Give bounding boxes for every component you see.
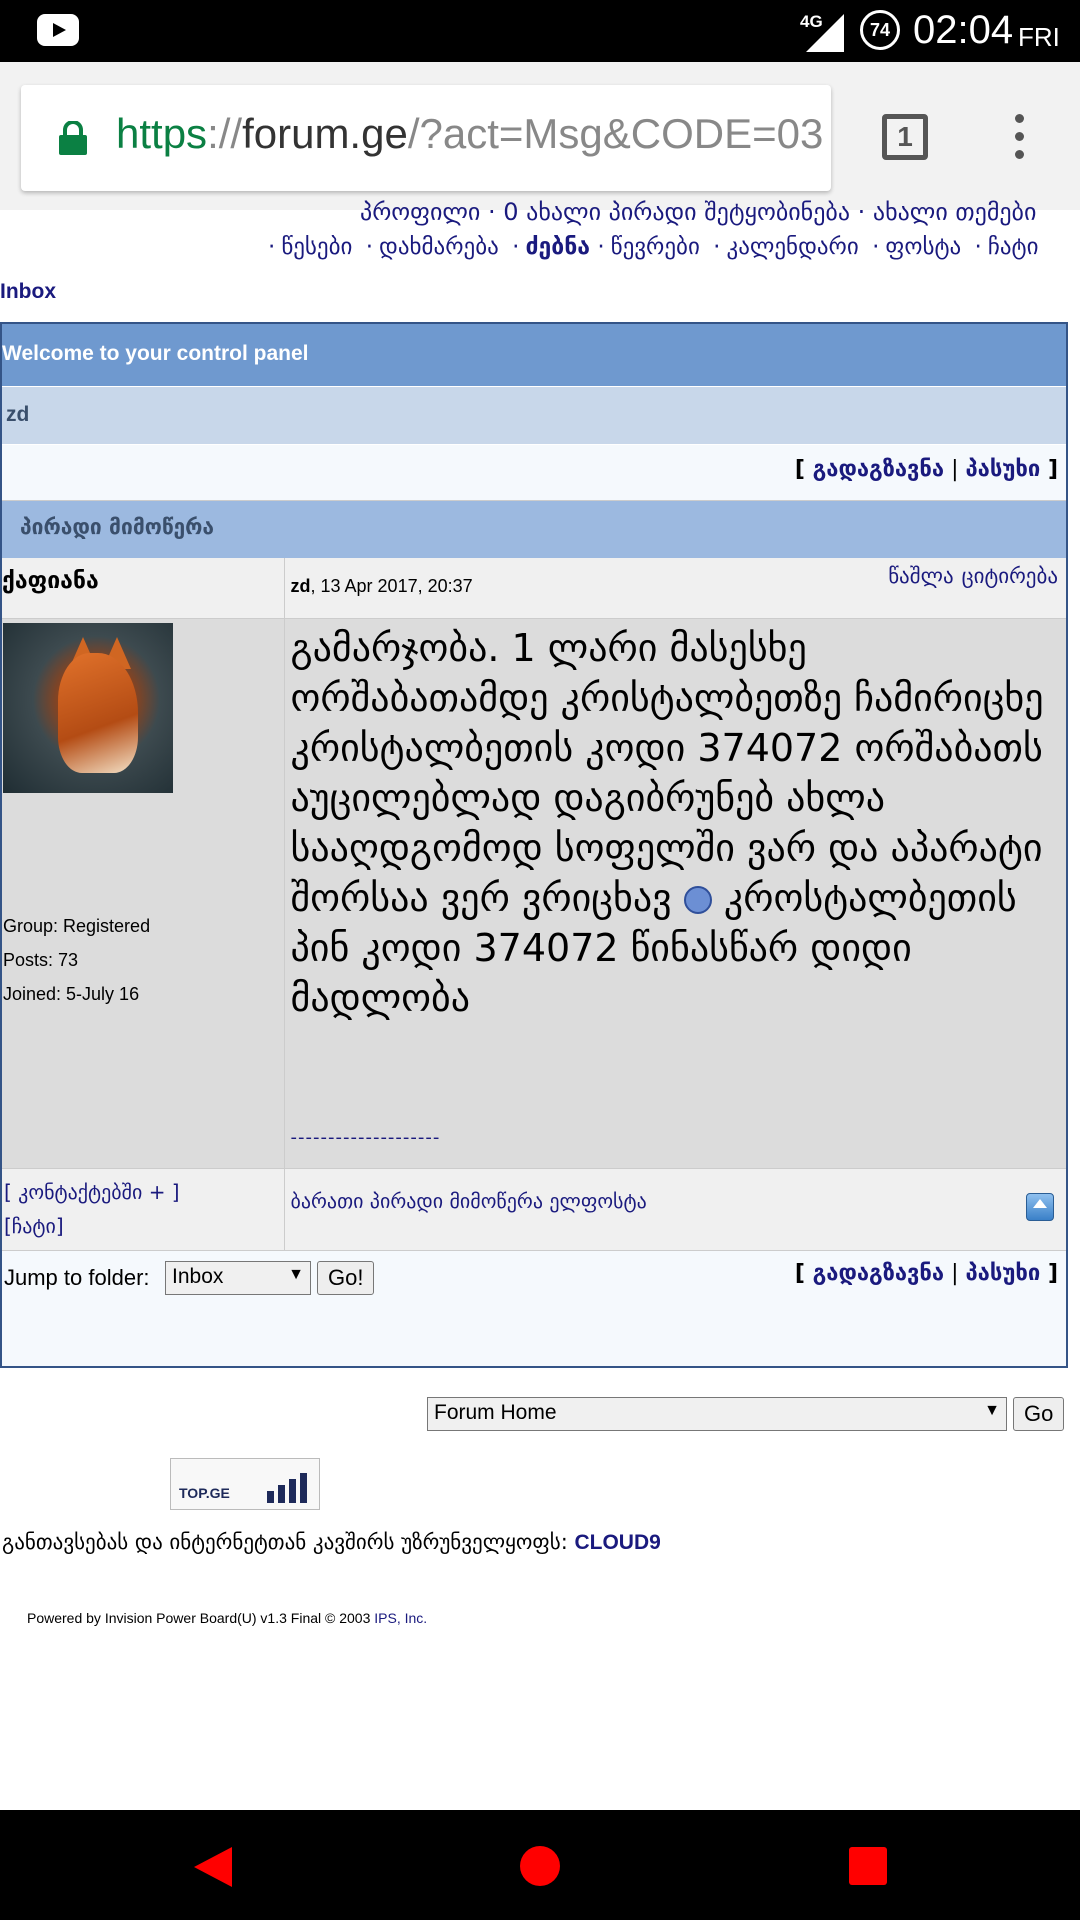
message-actions: [ გადაგზავნა | პასუხი ] (2, 444, 1066, 500)
nav-chat[interactable]: ჩატი (988, 234, 1039, 260)
status-bar: 4G 74 02:04 FRI (0, 0, 1080, 62)
message-meta: zd, 13 Apr 2017, 20:37 წაშლა ციტირება (284, 558, 1066, 618)
message-footer: ბარათი პირადი მიმოწერა ელფოსტა (284, 1167, 1066, 1250)
nav-members[interactable]: წევრები (611, 234, 700, 260)
dropdown-arrow-icon: ▼ (984, 1402, 1000, 1419)
battery-icon: 74 (860, 10, 900, 50)
profile-links[interactable]: ბარათი პირადი მიმოწერა ელფოსტა (291, 1189, 647, 1213)
scroll-top-icon[interactable] (1026, 1192, 1054, 1221)
overflow-menu-icon[interactable] (1010, 114, 1028, 160)
reply-link[interactable]: პასუხი (966, 457, 1041, 482)
top-nav: · წესები · დახმარება · ძებნა · წევრები · კალე… (268, 234, 1039, 260)
user-links[interactable]: პროფილი · 0 ახალი პირადი შეტყობინება · ა… (360, 198, 1036, 226)
url-text: https://forum.ge/?act=Msg&CODE=03 (116, 110, 824, 157)
dropdown-arrow-icon: ▼ (288, 1266, 304, 1283)
nav-search[interactable]: ძებნა (525, 234, 590, 260)
day-label: FRI (1018, 22, 1060, 52)
reply-link-bottom[interactable]: პასუხი (966, 1261, 1041, 1286)
folder-jump: Jump to folder: Inbox ▼ Go! [ გადაგზავნა … (2, 1250, 1066, 1360)
chat-link[interactable]: [ჩატი] (4, 1209, 284, 1243)
nav-help[interactable]: დახმარება (379, 234, 499, 260)
section-title: პირადი მიმოწერა (2, 500, 1066, 558)
nav-mail[interactable]: ფოსტა (885, 234, 961, 260)
page-content: პროფილი · 0 ახალი პირადი შეტყობინება · ა… (0, 198, 1080, 1810)
add-contact-link[interactable]: [ კონტაქტებში + ] (4, 1175, 284, 1209)
cloud9-link[interactable]: CLOUD9 (574, 1531, 660, 1554)
browser-toolbar: https://forum.ge/?act=Msg&CODE=03 1 (0, 62, 1080, 210)
home-icon[interactable] (520, 1846, 560, 1886)
forward-link[interactable]: გადაგზავნა (813, 457, 944, 482)
author-info: Group: Registered Posts: 73 Joined: 5-Ju… (2, 617, 285, 1168)
author-joined: Joined: 5-July 16 (3, 983, 140, 1004)
address-bar[interactable]: https://forum.ge/?act=Msg&CODE=03 (21, 85, 831, 191)
forum-go-button[interactable]: Go (1013, 1397, 1065, 1431)
go-button[interactable]: Go! (317, 1261, 375, 1295)
message-text: გამარჯობა. 1 ლარი მასესხე ორშაბათამდე კრ… (290, 625, 1044, 1020)
powered-by: Powered by Invision Power Board(U) v1.3 … (27, 1610, 428, 1626)
android-nav-bar (0, 1810, 1080, 1920)
nav-rules[interactable]: წესები (281, 234, 352, 260)
back-icon[interactable] (194, 1847, 232, 1887)
author-stats: Group: Registered Posts: 73 Joined: 5-Ju… (3, 909, 150, 1011)
hosting-credit: განთავსებას და ინტერნეტთან კავშირს უზრუნ… (2, 1530, 661, 1554)
breadcrumb[interactable]: Inbox (0, 280, 56, 304)
nav-calendar[interactable]: კალენდარი (726, 234, 858, 260)
sender-name[interactable]: zd (291, 576, 311, 596)
author-posts: Posts: 73 (3, 949, 79, 970)
jump-label: Jump to folder: (4, 1265, 150, 1290)
message-table: ქაფიანა zd, 13 Apr 2017, 20:37 წაშლა ციტი… (2, 558, 1066, 1250)
forward-link-bottom[interactable]: გადაგზავნა (813, 1261, 944, 1286)
avatar (3, 622, 173, 793)
signature-divider: -------------------- (290, 1126, 441, 1148)
author-group: Group: Registered (3, 915, 151, 936)
youtube-notification-icon (37, 14, 79, 46)
delete-link[interactable]: წაშლა (888, 564, 953, 588)
bottom-message-actions: [ გადაგზავნა | პასუხი ] (794, 1261, 1058, 1286)
bar-chart-icon (267, 1473, 311, 1503)
lock-icon (59, 121, 87, 155)
message-date: , 13 Apr 2017, 20:37 (310, 576, 473, 596)
message-subject: zd (2, 386, 1066, 444)
message-tools: წაშლა ციტირება (880, 564, 1058, 588)
folder-select[interactable]: Inbox ▼ (165, 1261, 311, 1295)
quote-link[interactable]: ციტირება (962, 564, 1058, 588)
message-body: გამარჯობა. 1 ლარი მასესხე ორშაბათამდე კრ… (284, 617, 1066, 1168)
clock: 02:04 (913, 8, 1014, 52)
signal-icon (806, 14, 844, 52)
author-name[interactable]: ქაფიანა (2, 558, 285, 618)
top-ge-counter[interactable]: TOP.GE (170, 1458, 320, 1510)
ips-link[interactable]: IPS, Inc. (374, 1610, 427, 1626)
control-panel: Welcome to your control panel zd [ გადაგ… (0, 322, 1068, 1368)
tab-switcher-button[interactable]: 1 (882, 114, 928, 160)
recent-apps-icon[interactable] (849, 1847, 887, 1885)
sad-emoji-icon (683, 886, 712, 914)
forum-jump-select[interactable]: Forum Home ▼ (427, 1397, 1007, 1431)
author-actions: [ კონტაქტებში + ] [ჩატი] (2, 1167, 285, 1250)
panel-title: Welcome to your control panel (2, 324, 1066, 386)
